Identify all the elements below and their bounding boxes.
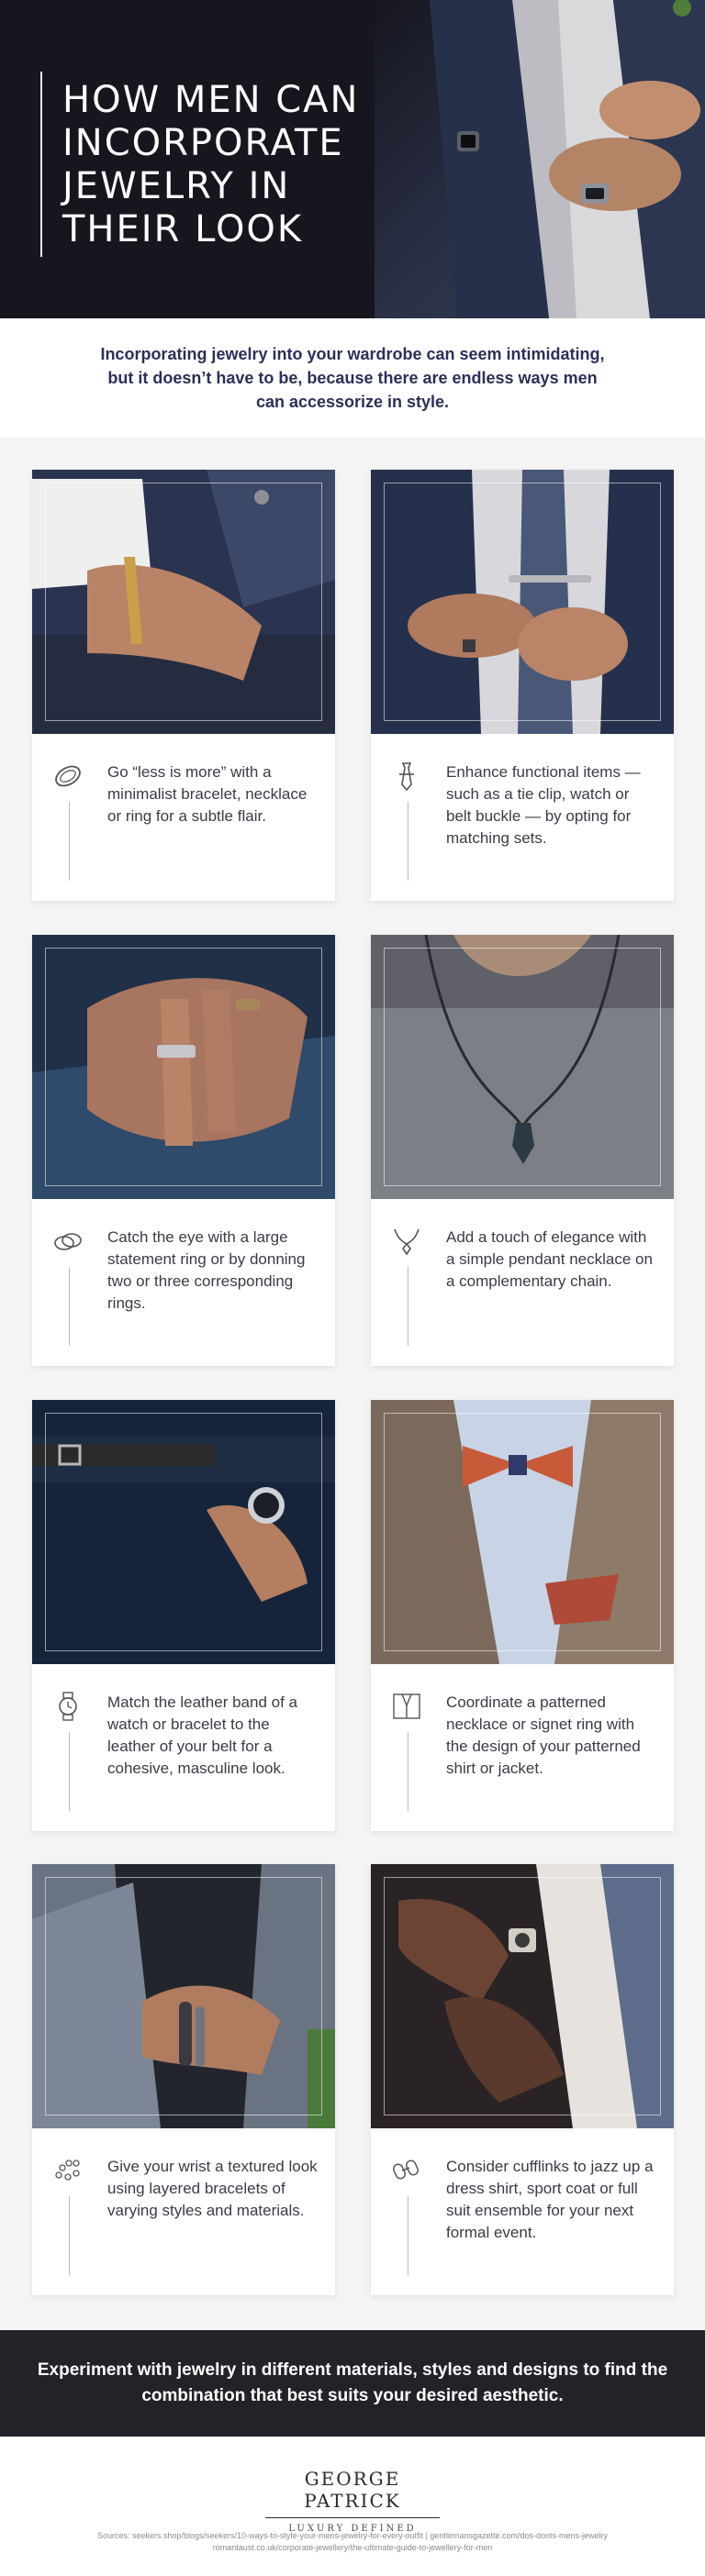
intro-section: Incorporating jewelry into your wardrobe… <box>0 318 705 438</box>
hero-photo <box>375 0 705 318</box>
tip-text: Enhance functional items — such as a tie… <box>446 763 641 847</box>
intro-text: Incorporating jewelry into your wardrobe… <box>100 345 605 411</box>
closing-text: Experiment with jewelry in different mat… <box>37 2360 668 2405</box>
tip-photo <box>371 470 674 734</box>
cufflinks-icon <box>392 2160 420 2180</box>
hero-header: HOW MEN CAN INCORPORATE JEWELRY IN THEIR… <box>0 0 705 318</box>
tie-clip-icon <box>399 762 414 792</box>
tip-text: Coordinate a patterned necklace or signe… <box>446 1693 641 1777</box>
page-title: HOW MEN CAN INCORPORATE JEWELRY IN THEIR… <box>62 79 360 250</box>
tip-text: Catch the eye with a large statement rin… <box>107 1228 306 1312</box>
hero-accent-rule <box>40 72 42 257</box>
bracelet-icon <box>55 765 81 787</box>
brand-logo: GEORGE PATRICK LUXURY DEFINED <box>265 2468 440 2534</box>
photo-frame <box>384 1877 661 2115</box>
sources-text: Sources: seekers.shop/blogs/seekers/10-w… <box>96 2531 609 2552</box>
tip-card-leather: Match the leather band of a watch or bra… <box>32 1400 335 1831</box>
photo-frame <box>45 1413 322 1651</box>
tip-divider <box>69 2196 70 2275</box>
photo-frame <box>45 948 322 1186</box>
brand-footer: GEORGE PATRICK LUXURY DEFINED Sources: s… <box>0 2437 705 2576</box>
tip-photo <box>32 1864 335 2128</box>
tip-text: Go “less is more” with a minimalist brac… <box>107 763 308 825</box>
photo-frame <box>384 1413 661 1651</box>
watch-icon <box>59 1692 77 1721</box>
tip-photo <box>371 1864 674 2128</box>
tip-photo <box>32 1400 335 1664</box>
rings-icon <box>54 1233 82 1250</box>
beaded-bracelet-icon <box>55 2160 80 2181</box>
tip-photo <box>32 470 335 734</box>
photo-frame <box>384 483 661 721</box>
tip-photo <box>371 1400 674 1664</box>
tip-card-functional: Enhance functional items — such as a tie… <box>371 470 674 901</box>
tip-text: Match the leather band of a watch or bra… <box>107 1693 297 1777</box>
tip-card-patterned: Coordinate a patterned necklace or signe… <box>371 1400 674 1831</box>
tip-card-minimalist: Go “less is more” with a minimalist brac… <box>32 470 335 901</box>
tip-card-statement-ring: Catch the eye with a large statement rin… <box>32 935 335 1366</box>
tip-card-layered: Give your wrist a textured look using la… <box>32 1864 335 2295</box>
photo-frame <box>384 948 661 1186</box>
tip-divider <box>69 802 70 881</box>
closing-banner: Experiment with jewelry in different mat… <box>0 2330 705 2437</box>
tip-divider <box>69 1732 70 1811</box>
pendant-necklace-icon <box>394 1228 420 1256</box>
tip-card-cufflinks: Consider cufflinks to jazz up a dress sh… <box>371 1864 674 2295</box>
tip-photo <box>32 935 335 1199</box>
tip-card-pendant: Add a touch of elegance with a simple pe… <box>371 935 674 1366</box>
tip-text: Add a touch of elegance with a simple pe… <box>446 1228 653 1290</box>
tip-text: Consider cufflinks to jazz up a dress sh… <box>446 2158 654 2241</box>
tip-text: Give your wrist a textured look using la… <box>107 2158 318 2219</box>
photo-frame <box>45 483 322 721</box>
brand-name: GEORGE PATRICK <box>265 2468 440 2518</box>
tip-divider <box>69 1267 70 1346</box>
jacket-icon <box>393 1693 420 1719</box>
tip-photo <box>371 935 674 1199</box>
photo-frame <box>45 1877 322 2115</box>
